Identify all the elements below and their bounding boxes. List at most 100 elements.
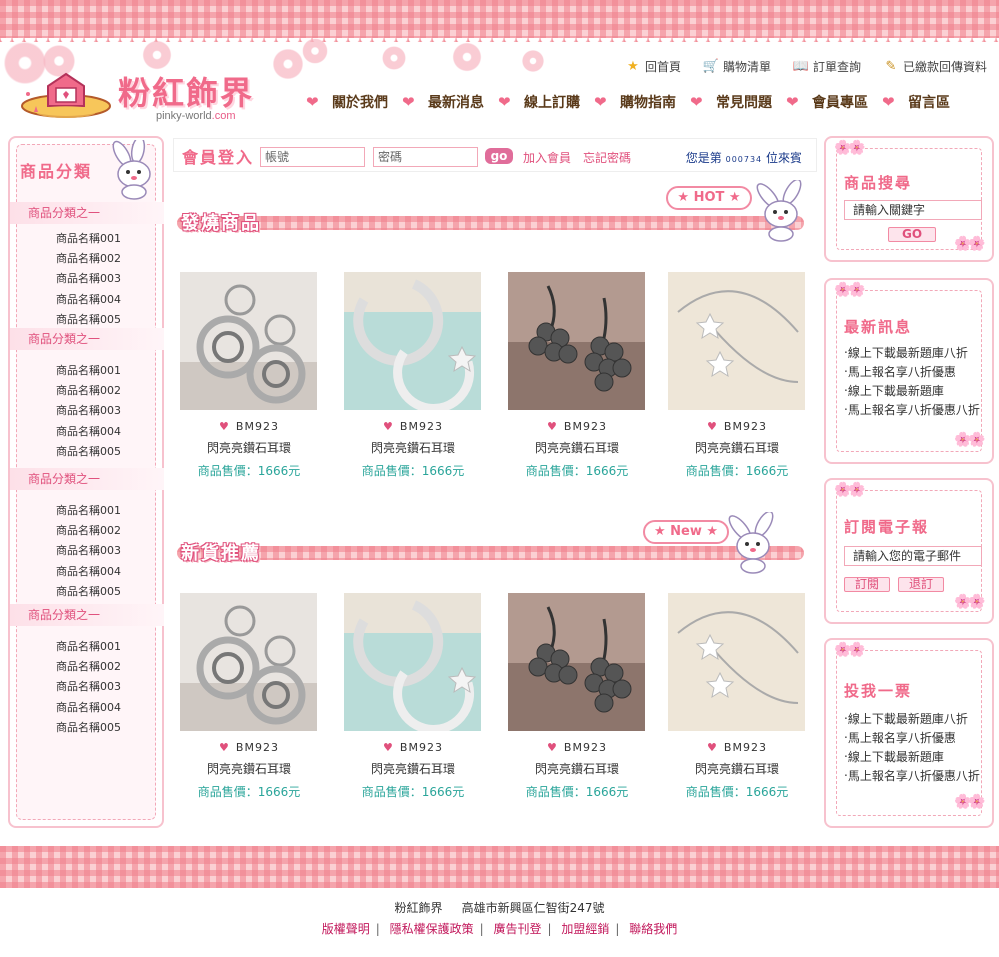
login-go-button[interactable]: go — [485, 148, 513, 164]
forgot-password-link[interactable]: 忘記密碼 — [583, 149, 631, 166]
join-member-link[interactable]: 加入會員 — [523, 149, 571, 166]
category-heading[interactable]: 商品分類之一 — [10, 468, 164, 490]
product-card[interactable]: ♥ BM923 閃亮亮鑽石耳環 商品售價：1666元 — [668, 272, 806, 479]
product-card[interactable]: ♥ BM923 閃亮亮鑽石耳環 商品售價：1666元 — [508, 593, 646, 800]
product-name[interactable]: 閃亮亮鑽石耳環 — [668, 439, 806, 456]
bottom-gingham-band — [0, 846, 999, 888]
category-link[interactable]: 商品名稱001 — [56, 502, 121, 518]
product-name[interactable]: 閃亮亮鑽石耳環 — [180, 439, 318, 456]
nav-item-guestbook[interactable]: ❤ 留言區 — [882, 92, 950, 112]
subscribe-button[interactable]: 訂閱 — [844, 577, 890, 592]
footer-link-advertise[interactable]: 廣告刊登 — [493, 922, 541, 936]
category-link[interactable]: 商品名稱004 — [56, 699, 121, 715]
util-label: 回首頁 — [644, 60, 681, 74]
product-card[interactable]: ♥ BM923 閃亮亮鑽石耳環 商品售價：1666元 — [180, 593, 318, 800]
category-link[interactable]: 商品名稱004 — [56, 291, 121, 307]
news-item[interactable]: ‧馬上報名享八折優惠八折 — [844, 401, 980, 420]
category-link[interactable]: 商品名稱001 — [56, 230, 121, 246]
product-image-silver-ring[interactable] — [180, 593, 317, 731]
util-home-link[interactable]: ★ 回首頁 — [625, 58, 681, 75]
category-heading[interactable]: 商品分類之一 — [10, 328, 164, 350]
category-link[interactable]: 商品名稱005 — [56, 719, 121, 735]
category-link[interactable]: 商品名稱003 — [56, 402, 121, 418]
category-link[interactable]: 商品名稱005 — [56, 583, 121, 599]
product-card[interactable]: ♥ BM923 閃亮亮鑽石耳環 商品售價：1666元 — [508, 272, 646, 479]
product-image-silver-ring[interactable] — [180, 272, 317, 410]
hot-section-title: 發燒商品 — [181, 213, 261, 234]
bunny-mascot-icon — [756, 180, 802, 242]
footer-site-name: 粉紅飾界 — [394, 901, 443, 915]
logo-title[interactable]: 粉紅飾界 — [118, 68, 254, 114]
nav-item-news[interactable]: ❤ 最新消息 — [402, 92, 484, 112]
section-bar — [177, 546, 804, 560]
nav-item-about[interactable]: ❤ 關於我們 — [306, 92, 388, 112]
product-code: ♥ BM923 — [508, 420, 646, 433]
new-tag-label: New — [670, 524, 702, 539]
product-name[interactable]: 閃亮亮鑽石耳環 — [668, 760, 806, 777]
product-image-hook-star[interactable] — [668, 593, 805, 731]
category-link[interactable]: 商品名稱003 — [56, 270, 121, 286]
vote-item[interactable]: ‧線上下載最新題庫 — [844, 748, 980, 767]
footer-link-contact[interactable]: 聯絡我們 — [629, 922, 677, 936]
category-link[interactable]: 商品名稱001 — [56, 638, 121, 654]
news-list: ‧線上下載最新題庫八折 ‧馬上報名享八折優惠 ‧線上下載最新題庫 ‧馬上報名享八… — [844, 344, 980, 420]
product-code-text: BM923 — [723, 741, 767, 754]
news-item[interactable]: ‧線上下載最新題庫 — [844, 382, 980, 401]
category-link[interactable]: 商品名稱001 — [56, 362, 121, 378]
footer-link-copyright[interactable]: 版權聲明 — [322, 922, 370, 936]
product-code-text: BM923 — [723, 420, 767, 433]
product-image-pearl-cluster[interactable] — [508, 272, 645, 410]
product-price: 商品售價：1666元 — [525, 464, 629, 478]
password-input[interactable]: 密碼 — [373, 147, 478, 167]
product-name[interactable]: 閃亮亮鑽石耳環 — [180, 760, 318, 777]
category-link[interactable]: 商品名稱003 — [56, 678, 121, 694]
category-link[interactable]: 商品名稱002 — [56, 382, 121, 398]
hot-tag-label: HOT — [693, 190, 725, 205]
account-input[interactable]: 帳號 — [260, 147, 365, 167]
search-input[interactable]: 請輸入關鍵字 — [844, 200, 982, 220]
category-link[interactable]: 商品名稱005 — [56, 443, 121, 459]
news-item[interactable]: ‧馬上報名享八折優惠 — [844, 363, 980, 382]
product-image-pearl-cluster[interactable] — [508, 593, 645, 731]
category-link[interactable]: 商品名稱004 — [56, 563, 121, 579]
logo-saturn-icon[interactable] — [20, 64, 112, 126]
product-name[interactable]: 閃亮亮鑽石耳環 — [344, 760, 482, 777]
product-card[interactable]: ♥ BM923 閃亮亮鑽石耳環 商品售價：1666元 — [668, 593, 806, 800]
visitor-counter: 您是第 000734 位來賓 — [686, 149, 802, 166]
hot-section-header: 發燒商品 — [177, 212, 804, 234]
product-name[interactable]: 閃亮亮鑽石耳環 — [508, 760, 646, 777]
util-order-link[interactable]: 📖 訂單查詢 — [793, 58, 861, 75]
vote-item[interactable]: ‧線上下載最新題庫八折 — [844, 710, 980, 729]
footer-link-franchise[interactable]: 加盟經銷 — [561, 922, 609, 936]
product-image-moon-star[interactable] — [344, 272, 481, 410]
category-link[interactable]: 商品名稱005 — [56, 311, 121, 327]
vote-item[interactable]: ‧馬上報名享八折優惠 — [844, 729, 980, 748]
category-link[interactable]: 商品名稱004 — [56, 423, 121, 439]
nav-label: 最新消息 — [428, 95, 484, 111]
nav-item-member[interactable]: ❤ 會員專區 — [786, 92, 868, 112]
product-image-hook-star[interactable] — [668, 272, 805, 410]
nav-item-guide[interactable]: ❤ 購物指南 — [594, 92, 676, 112]
category-link[interactable]: 商品名稱003 — [56, 542, 121, 558]
news-item[interactable]: ‧線上下載最新題庫八折 — [844, 344, 980, 363]
product-card[interactable]: ♥ BM923 閃亮亮鑽石耳環 商品售價：1666元 — [344, 272, 482, 479]
product-name[interactable]: 閃亮亮鑽石耳環 — [508, 439, 646, 456]
nav-item-order[interactable]: ❤ 線上訂購 — [498, 92, 580, 112]
nav-item-faq[interactable]: ❤ 常見問題 — [690, 92, 772, 112]
util-payment-link[interactable]: ✎ 已繳款回傳資料 — [883, 58, 987, 75]
product-image-moon-star[interactable] — [344, 593, 481, 731]
category-link[interactable]: 商品名稱002 — [56, 522, 121, 538]
util-cart-link[interactable]: 🛒 購物清單 — [703, 58, 771, 75]
footer-link-privacy[interactable]: 隱私權保護政策 — [390, 922, 474, 936]
product-card[interactable]: ♥ BM923 閃亮亮鑽石耳環 商品售價：1666元 — [344, 593, 482, 800]
search-go-button[interactable]: GO — [888, 227, 936, 242]
vote-item[interactable]: ‧馬上報名享八折優惠八折 — [844, 767, 980, 786]
unsubscribe-button[interactable]: 退訂 — [898, 577, 944, 592]
category-link[interactable]: 商品名稱002 — [56, 250, 121, 266]
product-card[interactable]: ♥ BM923 閃亮亮鑽石耳環 商品售價：1666元 — [180, 272, 318, 479]
product-name[interactable]: 閃亮亮鑽石耳環 — [344, 439, 482, 456]
category-heading[interactable]: 商品分類之一 — [10, 202, 164, 224]
category-heading[interactable]: 商品分類之一 — [10, 604, 164, 626]
category-link[interactable]: 商品名稱002 — [56, 658, 121, 674]
email-input[interactable]: 請輸入您的電子郵件 — [844, 546, 982, 566]
